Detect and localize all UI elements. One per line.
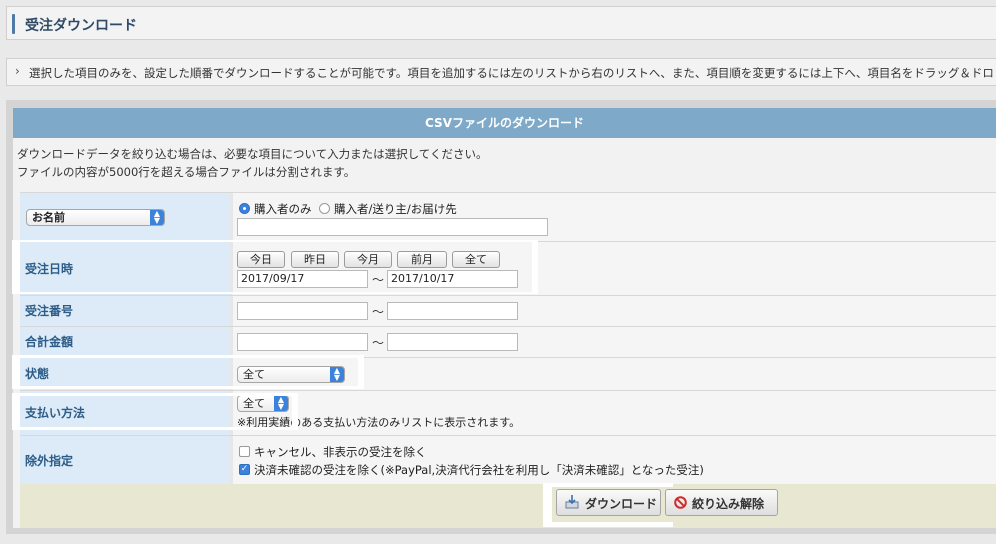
highlight-edge: [532, 240, 538, 294]
name-field-select[interactable]: お名前 ▲ ▼: [26, 209, 165, 226]
highlight-edge: [543, 522, 673, 527]
total-amount-row: 合計金額 ～: [20, 326, 996, 358]
payment-method-select[interactable]: 全て ▲ ▼: [237, 395, 289, 412]
chevron-updown-icon: ▲ ▼: [274, 396, 288, 411]
order-number-row: 受注番号 ～: [20, 295, 996, 327]
exclude-value-cell: キャンセル、非表示の受注を除く ✓ 決済未確認の受注を除く(※PayPal,決済…: [230, 436, 996, 486]
total-amount-separator: ～: [372, 336, 385, 350]
download-icon: [565, 494, 579, 509]
date-yesterday-button[interactable]: 昨日: [291, 251, 339, 268]
reset-filter-button[interactable]: 絞り込み解除: [665, 489, 778, 516]
highlight-edge: [12, 240, 536, 242]
page-header: 受注ダウンロード: [6, 6, 996, 40]
title-accent-bar: [12, 14, 15, 34]
panel-title: CSVファイルのダウンロード: [13, 108, 996, 138]
date-today-button[interactable]: 今日: [237, 251, 285, 268]
highlight-edge: [12, 393, 20, 430]
total-amount-from-input[interactable]: [237, 333, 368, 351]
prohibit-icon: [674, 496, 687, 509]
order-number-label: 受注番号: [20, 296, 230, 327]
radio-buyer-only-label: 購入者のみ: [254, 202, 312, 216]
date-this-month-button[interactable]: 今月: [344, 251, 392, 268]
payment-method-value-cell: 全て ▲ ▼ ※利用実績のある支払い方法のみリストに表示されます。: [230, 391, 996, 436]
exclude-cancelled-label: キャンセル、非表示の受注を除く: [254, 445, 427, 459]
order-number-value-cell: ～: [230, 296, 996, 327]
action-bar: ダウンロード 絞り込み解除: [20, 484, 996, 528]
highlight-edge: [12, 355, 364, 358]
exclude-label: 除外指定: [20, 436, 230, 486]
highlight-edge: [543, 483, 673, 487]
highlight-edge: [358, 355, 364, 389]
order-date-row: 受注日時 今日 昨日 今月 前月 全て 2017/09/17 ～ 2017/10…: [20, 241, 996, 296]
total-amount-label: 合計金額: [20, 327, 230, 358]
highlight-edge: [12, 386, 364, 389]
name-row: お名前 ▲ ▼ 購入者のみ 購入者/送り主/お届け先: [20, 192, 996, 242]
highlight-edge: [12, 355, 20, 389]
order-number-from-input[interactable]: [237, 302, 368, 320]
radio-all-parties[interactable]: [319, 203, 330, 214]
date-range-separator: ～: [372, 273, 385, 287]
order-date-label: 受注日時: [20, 242, 230, 296]
instruction-bar: › 選択した項目のみを、設定した順番でダウンロードすることが可能です。項目を追加…: [6, 58, 996, 86]
highlight-edge: [292, 393, 298, 430]
panel-inner: CSVファイルのダウンロード ダウンロードデータを絞り込む場合は、必要な項目につ…: [13, 108, 996, 528]
download-button[interactable]: ダウンロード: [556, 489, 661, 516]
date-from-input[interactable]: 2017/09/17: [237, 270, 368, 288]
highlight-edge: [12, 292, 536, 294]
total-amount-to-input[interactable]: [387, 333, 518, 351]
date-last-month-button[interactable]: 前月: [397, 251, 447, 268]
csv-download-panel: CSVファイルのダウンロード ダウンロードデータを絞り込む場合は、必要な項目につ…: [6, 100, 996, 534]
exclude-cancelled-checkbox[interactable]: [239, 446, 250, 457]
order-date-value-cell: 今日 昨日 今月 前月 全て 2017/09/17 ～ 2017/10/17: [230, 242, 996, 296]
name-select-value: お名前: [32, 211, 65, 224]
status-select-value: 全て: [243, 368, 265, 381]
highlight-edge: [12, 427, 298, 430]
chevron-right-icon: ›: [15, 64, 20, 78]
name-row-label-cell: お名前 ▲ ▼: [20, 193, 230, 242]
radio-buyer-only[interactable]: [239, 203, 250, 214]
name-input[interactable]: [237, 218, 548, 236]
name-row-value-cell: 購入者のみ 購入者/送り主/お届け先: [230, 193, 996, 242]
order-number-separator: ～: [372, 305, 385, 319]
payment-select-value: 全て: [243, 397, 265, 410]
download-button-label: ダウンロード: [585, 497, 658, 511]
highlight-edge: [12, 393, 298, 396]
page-title: 受注ダウンロード: [25, 18, 137, 34]
highlight-edge: [12, 240, 20, 294]
exclude-unconfirmed-label: 決済未確認の受注を除く(※PayPal,決済代行会社を利用し「決済未確認」となっ…: [254, 463, 704, 477]
date-to-input[interactable]: 2017/10/17: [387, 270, 518, 288]
instruction-text: 選択した項目のみを、設定した順番でダウンロードすることが可能です。項目を追加する…: [29, 66, 996, 80]
info-text-1: ダウンロードデータを絞り込む場合は、必要な項目について入力または選択してください…: [17, 147, 488, 161]
chevron-updown-icon: ▲ ▼: [330, 367, 344, 382]
reset-filter-button-label: 絞り込み解除: [692, 497, 765, 511]
highlight-edge: [543, 483, 552, 527]
chevron-updown-icon: ▲ ▼: [150, 210, 164, 225]
total-amount-value-cell: ～: [230, 327, 996, 358]
status-select[interactable]: 全て ▲ ▼: [237, 366, 345, 383]
info-text-2: ファイルの内容が5000行を超える場合ファイルは分割されます。: [17, 165, 356, 179]
order-number-to-input[interactable]: [387, 302, 518, 320]
radio-all-parties-label: 購入者/送り主/お届け先: [334, 202, 457, 216]
exclude-row: 除外指定 キャンセル、非表示の受注を除く ✓ 決済未確認の受注を除く(※PayP…: [20, 435, 996, 486]
exclude-unconfirmed-checkbox[interactable]: ✓: [239, 464, 250, 475]
date-all-button[interactable]: 全て: [452, 251, 500, 268]
